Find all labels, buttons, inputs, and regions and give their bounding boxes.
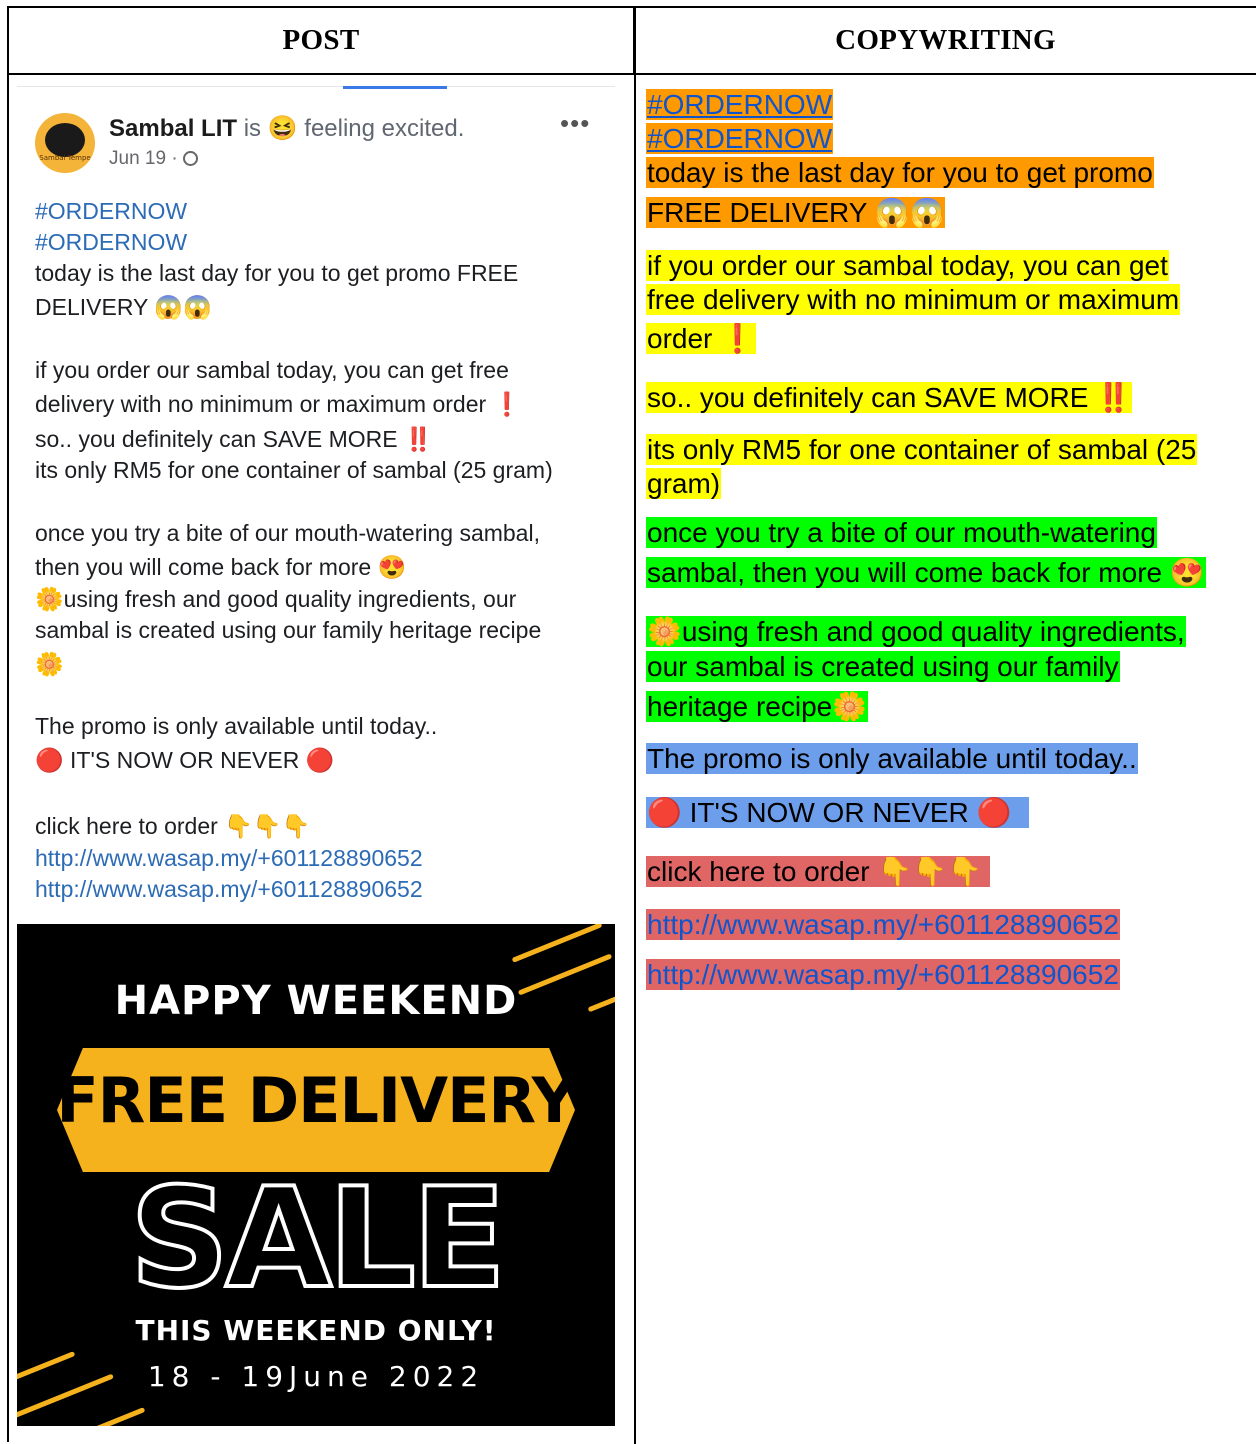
copy-line: sambal, then you will come back for more… bbox=[646, 556, 1206, 590]
copy-hashtag[interactable]: #ORDERNOW bbox=[646, 123, 834, 154]
promo-happy-weekend: HAPPY WEEKEND bbox=[114, 978, 518, 1024]
post-text-line: delivery with no minimum or maximum orde… bbox=[35, 391, 522, 417]
hashtag-link[interactable]: #ORDERNOW bbox=[35, 227, 187, 258]
promo-weekend-only: THIS WEEKEND ONLY! bbox=[135, 1314, 497, 1347]
post-text-line: 🌼 bbox=[35, 651, 64, 677]
copy-line: order ❗ bbox=[646, 322, 757, 356]
promo-free-delivery: FREE DELIVERY bbox=[56, 1064, 576, 1137]
copy-text: 🔴 IT'S NOW OR NEVER 🔴 bbox=[646, 797, 1030, 828]
copy-text: 🌼using fresh and good quality ingredient… bbox=[646, 616, 1186, 647]
decorative-stripe bbox=[511, 924, 603, 963]
feeling-text: feeling excited. bbox=[304, 115, 465, 142]
copy-text: free delivery with no minimum or maximum bbox=[646, 284, 1181, 315]
active-tab-indicator bbox=[343, 86, 447, 89]
copy-text: heritage recipe🌼 bbox=[646, 691, 869, 722]
copy-text: our sambal is created using our family bbox=[646, 651, 1120, 682]
copy-line: once you try a bite of our mouth-waterin… bbox=[646, 516, 1157, 550]
copy-line: click here to order 👇👇👇 bbox=[646, 855, 990, 889]
copy-line: its only RM5 for one container of sambal… bbox=[646, 433, 1198, 467]
facebook-post: Sambal Tempe Sambal LIT is 😆 feeling exc… bbox=[17, 86, 615, 1431]
post-text-line: The promo is only available until today.… bbox=[35, 713, 438, 739]
avatar-label: Sambal Tempe bbox=[39, 154, 91, 162]
copy-text: if you order our sambal today, you can g… bbox=[646, 250, 1169, 281]
promo-dates: 18 - 19June 2022 bbox=[147, 1360, 485, 1393]
post-text-line: if you order our sambal today, you can g… bbox=[35, 357, 509, 383]
page-avatar[interactable]: Sambal Tempe bbox=[35, 113, 95, 173]
promo-image[interactable]: HAPPY WEEKEND FREE DELIVERY SALE THIS WE… bbox=[17, 924, 615, 1426]
copy-line: today is the last day for you to get pro… bbox=[646, 156, 1154, 190]
decorative-stripe bbox=[78, 1407, 146, 1426]
copy-text: its only RM5 for one container of sambal… bbox=[646, 434, 1198, 465]
copy-line: free delivery with no minimum or maximum bbox=[646, 283, 1181, 317]
copy-line: http://www.wasap.my/+601128890652 bbox=[646, 908, 1120, 942]
copy-line: #ORDERNOW bbox=[646, 122, 834, 156]
post-text-line: 🔴 IT'S NOW OR NEVER 🔴 bbox=[35, 747, 335, 773]
page-name-link[interactable]: Sambal LIT bbox=[109, 115, 237, 142]
copy-line: The promo is only available until today.… bbox=[646, 742, 1138, 776]
copy-text: once you try a bite of our mouth-waterin… bbox=[646, 517, 1157, 548]
promo-sale: SALE bbox=[128, 1158, 508, 1319]
post-text-line: its only RM5 for one container of sambal… bbox=[35, 457, 553, 483]
avatar-logo-icon bbox=[45, 123, 85, 157]
copy-line: so.. you definitely can SAVE MORE ‼️ bbox=[646, 381, 1133, 415]
hashtag-link[interactable]: #ORDERNOW bbox=[35, 196, 187, 227]
post-text-line: 🌼using fresh and good quality ingredient… bbox=[35, 586, 517, 612]
copy-line: 🌼using fresh and good quality ingredient… bbox=[646, 615, 1186, 649]
post-text-line: today is the last day for you to get pro… bbox=[35, 260, 519, 286]
copy-line: heritage recipe🌼 bbox=[646, 690, 869, 724]
post-column-header: POST bbox=[9, 8, 635, 75]
order-link[interactable]: http://www.wasap.my/+601128890652 bbox=[35, 874, 423, 905]
copywriting-column-header: COPYWRITING bbox=[635, 8, 1256, 75]
copy-order-link[interactable]: http://www.wasap.my/+601128890652 bbox=[646, 959, 1120, 990]
post-text-line: then you will come back for more 😍 bbox=[35, 554, 407, 580]
copy-line: http://www.wasap.my/+601128890652 bbox=[646, 958, 1120, 992]
copy-text: The promo is only available until today.… bbox=[646, 743, 1138, 774]
post-text-line: so.. you definitely can SAVE MORE ‼️ bbox=[35, 426, 433, 452]
copy-line: 🔴 IT'S NOW OR NEVER 🔴 bbox=[646, 796, 1030, 830]
post-top-divider bbox=[17, 86, 615, 87]
post-text-line: once you try a bite of our mouth-waterin… bbox=[35, 520, 540, 546]
copy-order-link[interactable]: http://www.wasap.my/+601128890652 bbox=[646, 909, 1120, 940]
post-header-line: Sambal LIT is 😆 feeling excited. bbox=[109, 114, 464, 143]
post-text-line: click here to order 👇👇👇 bbox=[35, 813, 311, 839]
copy-text: click here to order 👇👇👇 bbox=[646, 856, 990, 887]
globe-icon bbox=[182, 151, 198, 166]
post-text-line: sambal is created using our family herit… bbox=[35, 617, 542, 643]
more-options-button[interactable]: ••• bbox=[560, 108, 590, 139]
copy-line: FREE DELIVERY 😱😱 bbox=[646, 196, 946, 230]
copy-line: if you order our sambal today, you can g… bbox=[646, 249, 1169, 283]
post-meta: Jun 19 · bbox=[109, 148, 198, 170]
order-link[interactable]: http://www.wasap.my/+601128890652 bbox=[35, 843, 423, 874]
copy-text: gram) bbox=[646, 468, 722, 499]
copy-text: sambal, then you will come back for more… bbox=[646, 557, 1206, 588]
post-text-line: DELIVERY 😱😱 bbox=[35, 294, 212, 320]
copy-text: so.. you definitely can SAVE MORE ‼️ bbox=[646, 382, 1133, 413]
copy-line: #ORDERNOW bbox=[646, 88, 834, 122]
status-is: is bbox=[243, 115, 262, 142]
copy-line: gram) bbox=[646, 467, 722, 501]
copy-hashtag[interactable]: #ORDERNOW bbox=[646, 89, 834, 120]
copy-text: today is the last day for you to get pro… bbox=[646, 157, 1154, 188]
copy-line: our sambal is created using our family bbox=[646, 650, 1120, 684]
copy-text: order ❗ bbox=[646, 323, 757, 354]
column-divider bbox=[634, 8, 636, 1444]
post-date[interactable]: Jun 19 · bbox=[109, 148, 178, 169]
copy-text: FREE DELIVERY 😱😱 bbox=[646, 197, 946, 228]
feeling-emoji-icon: 😆 bbox=[267, 115, 298, 142]
